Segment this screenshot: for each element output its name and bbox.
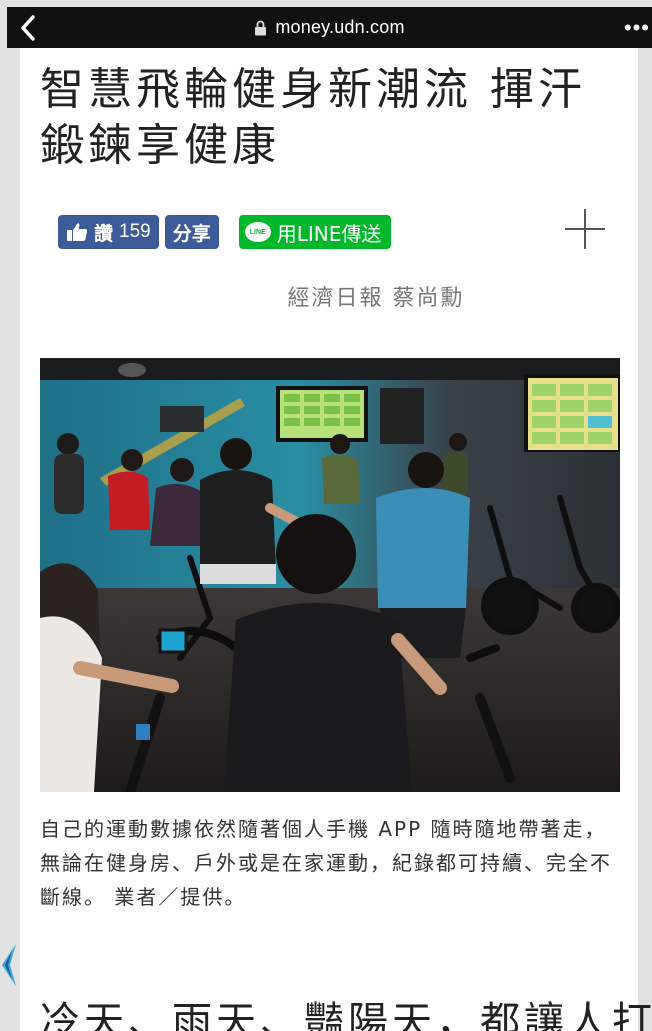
article-body-first-line: 冷天、雨天、豔陽天，都讓人打消 — [40, 999, 652, 1031]
address-bar[interactable]: money.udn.com — [254, 17, 404, 38]
url-text: money.udn.com — [275, 17, 405, 37]
share-label: 分享 — [172, 222, 211, 245]
article-title: 智慧飛輪健身新潮流 揮汗鍛鍊享健康 — [40, 64, 586, 171]
facebook-like-button[interactable]: 讚 159 — [58, 215, 159, 249]
line-icon: LINE — [244, 222, 271, 242]
more-menu-button[interactable]: ••• — [624, 15, 650, 41]
chevron-left-icon — [21, 15, 35, 41]
lock-icon — [255, 20, 267, 35]
spin-class-photo — [40, 358, 620, 792]
thumbs-up-icon — [67, 223, 88, 241]
facebook-share-button[interactable]: 分享 — [164, 215, 219, 249]
back-button[interactable] — [13, 13, 43, 43]
like-label: 讚 — [94, 223, 114, 245]
line-send-label: 用LINE傳送 — [276, 221, 382, 246]
photo-caption: 自己的運動數據依然隨著個人手機 APP 隨時隨地帶著走，無論在健身房、戶外或是在… — [40, 817, 612, 909]
browser-top-bar: money.udn.com ••• — [7, 7, 652, 48]
side-nav-arrow-icon[interactable] — [0, 940, 18, 990]
like-count: 159 — [119, 221, 151, 242]
share-row: 讚 159 分享 LINE 用LINE傳送 — [58, 215, 392, 249]
plus-icon — [565, 209, 605, 249]
article-photo[interactable] — [40, 358, 620, 792]
article-sheet: 智慧飛輪健身新潮流 揮汗鍛鍊享健康 讚 159 分享 LINE 用LINE傳送 — [20, 48, 652, 1031]
more-share-button[interactable] — [562, 206, 608, 252]
article-byline: 經濟日報 蔡尚勳 — [287, 286, 465, 311]
line-logo-text: LINE — [249, 228, 266, 236]
line-send-button[interactable]: LINE 用LINE傳送 — [238, 215, 392, 249]
page: money.udn.com ••• 智慧飛輪健身新潮流 揮汗鍛鍊享健康 讚 15… — [0, 0, 652, 1031]
